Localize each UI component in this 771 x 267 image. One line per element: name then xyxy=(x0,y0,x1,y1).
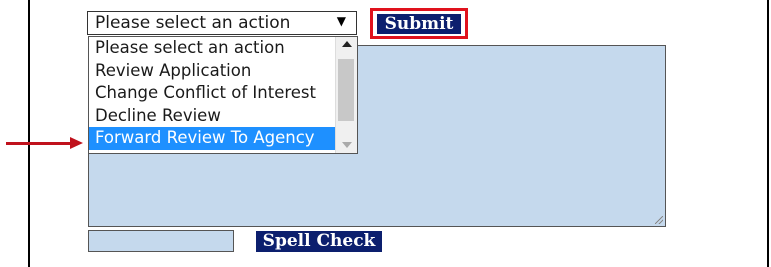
submit-highlight-box: Submit xyxy=(370,8,468,39)
scroll-up-icon[interactable] xyxy=(342,41,352,47)
option-change-conflict-of-interest[interactable]: Change Conflict of Interest xyxy=(89,82,336,105)
spell-check-button[interactable]: Spell Check xyxy=(256,231,382,252)
scroll-thumb[interactable] xyxy=(338,59,354,121)
spell-check-input[interactable] xyxy=(88,230,234,252)
option-please-select[interactable]: Please select an action xyxy=(89,37,336,60)
action-dropdown-list[interactable]: Please select an action Review Applicati… xyxy=(88,36,358,154)
action-select[interactable]: Please select an action ▼ xyxy=(87,11,357,35)
dropdown-arrow-icon[interactable]: ▼ xyxy=(337,14,346,28)
submit-button[interactable]: Submit xyxy=(377,14,461,34)
option-forward-review-to-agency[interactable]: Forward Review To Agency xyxy=(89,127,336,150)
dropdown-scrollbar[interactable] xyxy=(335,37,357,153)
action-select-value: Please select an action xyxy=(95,13,291,33)
resize-grip-icon[interactable] xyxy=(655,216,663,224)
annotation-arrow-shaft xyxy=(6,142,72,145)
annotation-arrow-icon xyxy=(70,137,83,149)
option-review-application[interactable]: Review Application xyxy=(89,60,336,83)
option-decline-review[interactable]: Decline Review xyxy=(89,105,336,128)
scroll-down-icon[interactable] xyxy=(342,142,352,148)
